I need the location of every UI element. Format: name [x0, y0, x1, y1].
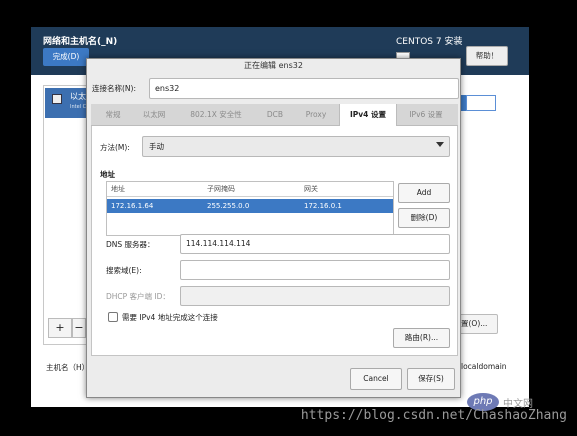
tab-dcb[interactable]: DCB [257, 104, 293, 126]
cell-gateway[interactable]: 172.16.0.1 [304, 200, 342, 212]
tab-ipv6-settings[interactable]: IPv6 设置 [397, 104, 455, 126]
hostname-label: 主机名（H） [46, 363, 90, 372]
source-watermark: https://blog.csdn.net/ChashaoZhang [300, 408, 567, 423]
add-device-button[interactable]: + [48, 318, 72, 338]
add-address-button[interactable]: Add [398, 183, 450, 203]
cell-address[interactable]: 172.16.1.64 [111, 200, 153, 212]
delete-address-button[interactable]: 删除(D) [398, 208, 450, 228]
method-label: 方法(M): [100, 143, 130, 152]
search-domain-input[interactable] [180, 260, 450, 280]
tab-ethernet[interactable]: 以太网 [133, 104, 175, 126]
column-header-address: 地址 [111, 185, 125, 193]
installer-title: 网络和主机名(_N) [43, 37, 118, 47]
dialog-title: 正在编辑 ens32 [244, 61, 303, 70]
method-select[interactable]: 手动 [142, 136, 450, 157]
dns-input[interactable]: 114.114.114.114 [180, 234, 450, 254]
save-button[interactable]: 保存(S) [407, 368, 455, 390]
connection-name-label: 连接名称(N): [92, 84, 136, 93]
configure-button[interactable]: 置(O)... [456, 314, 498, 334]
tab-general[interactable]: 常规 [93, 104, 133, 126]
search-domain-label: 搜索域(E): [106, 266, 142, 275]
done-button[interactable]: 完成(D) [43, 48, 89, 66]
column-header-gateway: 网关 [304, 185, 318, 193]
remove-device-button[interactable]: − [72, 318, 86, 338]
tab-8021x-security[interactable]: 802.1X 安全性 [175, 104, 257, 126]
help-button[interactable]: 帮助！ [466, 46, 508, 66]
dhcp-client-id-label: DHCP 客户端 ID： [106, 292, 170, 301]
os-title: CENTOS 7 安装 [396, 37, 463, 47]
require-ipv4-label: 需要 IPv4 地址完成这个连接 [122, 313, 218, 322]
cancel-button[interactable]: Cancel [350, 368, 402, 390]
cell-netmask[interactable]: 255.255.0.0 [207, 200, 249, 212]
network-card-icon [52, 94, 62, 104]
dns-label: DNS 服务器： [106, 240, 155, 249]
tab-ipv4-settings[interactable]: IPv4 设置 [339, 104, 397, 126]
routes-button[interactable]: 路由(R)... [393, 328, 450, 348]
device-item-label: 以太 [70, 92, 86, 101]
require-ipv4-checkbox[interactable] [108, 312, 118, 322]
dhcp-client-id-input[interactable] [180, 286, 450, 306]
header-divider [107, 196, 393, 197]
chevron-down-icon [436, 142, 444, 147]
device-toggle[interactable] [466, 95, 496, 111]
column-header-netmask: 子网掩码 [207, 185, 235, 193]
tab-proxy[interactable]: Proxy [293, 104, 339, 126]
connection-name-input[interactable]: ens32 [149, 78, 459, 99]
address-heading: 地址 [100, 170, 115, 179]
device-item-sublabel: Intel C [70, 104, 87, 110]
hostname-suffix: localdomain [461, 362, 507, 371]
